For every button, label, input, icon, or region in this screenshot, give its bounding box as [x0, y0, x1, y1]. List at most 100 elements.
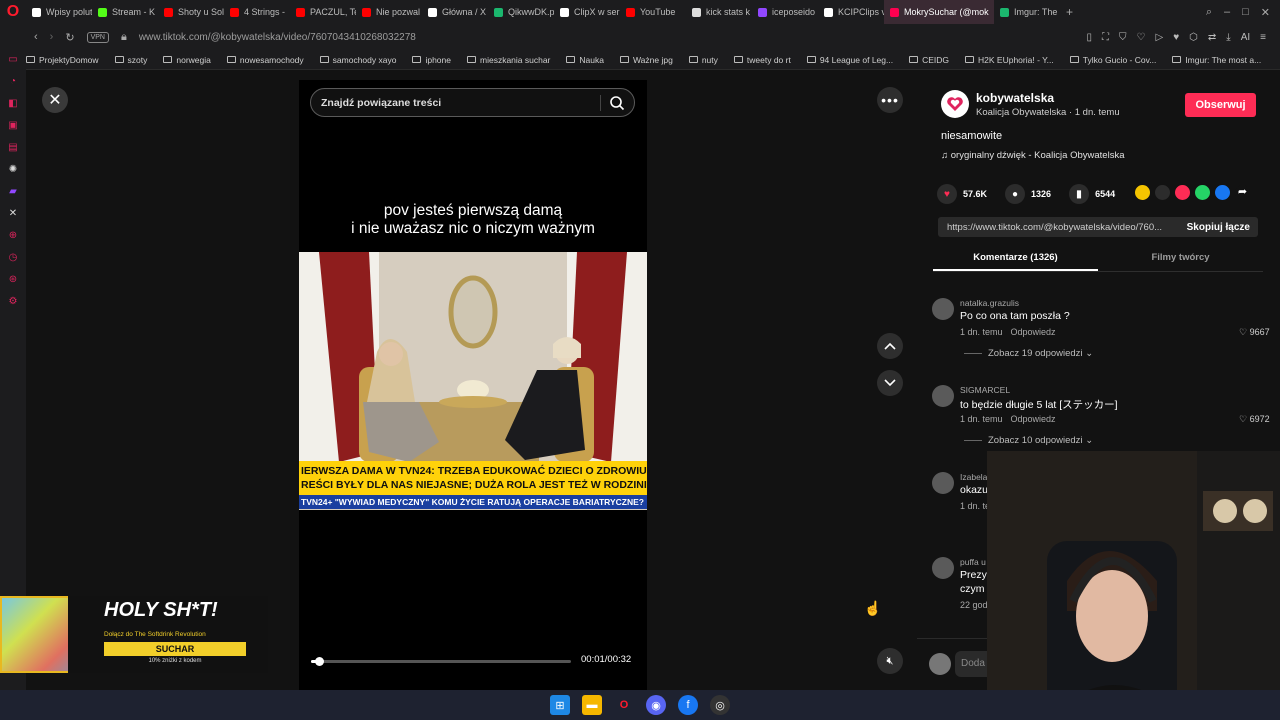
sidebar-add-icon[interactable]: ⊕ [9, 230, 17, 241]
close-video-button[interactable]: ✕ [42, 87, 68, 113]
commenter-name[interactable]: SIGMARCEL [960, 385, 1010, 395]
commenter-name[interactable]: Izabela [960, 472, 987, 482]
browser-tab[interactable]: MokrySuchar (@mok [884, 0, 994, 24]
browser-tab[interactable]: KCIPClips v [818, 0, 884, 24]
snapshot-icon[interactable]: ⛶ [1102, 32, 1109, 43]
shield-icon[interactable]: ⛉ [1119, 32, 1127, 43]
browser-tab[interactable]: 4 Strings - [224, 0, 290, 24]
view-replies-button[interactable]: Zobacz 10 odpowiedzi ⌄ [964, 435, 1093, 446]
discord-icon[interactable]: ◉ [646, 695, 666, 715]
previous-video-button[interactable] [877, 333, 903, 359]
minimize-icon[interactable]: – [1224, 6, 1230, 19]
browser-tab[interactable]: Wpisy polut [26, 0, 92, 24]
sound-link[interactable]: ♫ oryginalny dźwięk - Koalicja Obywatels… [941, 150, 1124, 161]
commenter-avatar[interactable] [932, 472, 954, 494]
bookmark-item[interactable]: Ważne jpg [619, 55, 673, 65]
commenter-name[interactable]: natalka.grazulis [960, 298, 1019, 308]
browser-tab[interactable]: Shoty u Sol [158, 0, 224, 24]
share-arrow-icon[interactable]: ➦ [1235, 185, 1250, 200]
save-button[interactable]: ▮ [1069, 184, 1090, 204]
video-link[interactable]: https://www.tiktok.com/@kobywatelska/vid… [947, 222, 1175, 233]
reload-icon[interactable]: ↻ [65, 31, 74, 44]
sidebar-clock-icon[interactable]: ◷ [9, 252, 18, 263]
video-progress-bar[interactable] [311, 657, 571, 666]
opera-taskbar-icon[interactable]: O [614, 695, 634, 715]
sidebar-history-icon[interactable]: ◔ [10, 76, 16, 87]
sidebar-wallet-icon[interactable]: ▭ [8, 54, 17, 65]
url-field[interactable]: www.tiktok.com/@kobywatelska/video/76070… [139, 32, 416, 43]
commenter-avatar[interactable] [932, 298, 954, 320]
sidebar-mail-icon[interactable]: ▤ [8, 142, 17, 153]
lock-icon[interactable]: 🔒︎ [121, 31, 127, 44]
new-tab-button[interactable]: + [1060, 0, 1079, 24]
embed-icon[interactable] [1155, 185, 1170, 200]
reply-button[interactable]: Odpowiedz [1011, 327, 1056, 337]
sidebar-settings-icon[interactable]: ⚙ [9, 296, 18, 307]
comment-like[interactable]: ♡ 6972 [1239, 414, 1270, 425]
bookmark-item[interactable]: Tylko Gucio - Cov... [1069, 55, 1156, 65]
browser-tab[interactable]: Nie pozwal [356, 0, 422, 24]
sidebar-bag-icon[interactable]: ◧ [8, 98, 17, 109]
like-icon[interactable]: ♥ [1173, 32, 1179, 43]
browser-tab[interactable]: iceposeido [752, 0, 818, 24]
ai-button[interactable]: AI [1241, 32, 1250, 43]
sidebar-flow-icon[interactable]: ⊛ [9, 274, 17, 285]
sidebar-twitch-icon[interactable]: ▰ [9, 186, 17, 197]
search-icon[interactable] [609, 95, 625, 111]
vpn-badge[interactable]: VPN [86, 31, 109, 43]
bookmark-item[interactable]: Nauka [566, 55, 604, 65]
bookmark-item[interactable]: ProjektyDomow [26, 55, 99, 65]
bookmark-item[interactable]: mieszkania suchar [467, 55, 550, 65]
back-icon[interactable]: ‹ [34, 31, 38, 43]
sidebar-x-icon[interactable]: ✕ [9, 208, 17, 219]
tab-creator-videos[interactable]: Filmy twórcy [1098, 248, 1263, 271]
bookmark-item[interactable]: nuty [688, 55, 718, 65]
search-tabs-icon[interactable]: ⌕ [1206, 6, 1212, 19]
tab-comments[interactable]: Komentarze (1326) [933, 248, 1098, 271]
start-icon[interactable]: ⊞ [550, 695, 570, 715]
comment-like[interactable]: ♡ 9667 [1239, 327, 1270, 338]
whatsapp-icon[interactable] [1195, 185, 1210, 200]
maximize-icon[interactable]: □ [1242, 6, 1249, 19]
menu-icon[interactable]: ≡ [1260, 32, 1266, 43]
sync-icon[interactable]: ⇄ [1208, 32, 1216, 43]
bookmark-icon[interactable]: ▯ [1087, 32, 1093, 43]
browser-tab[interactable]: ClipX w ser [554, 0, 620, 24]
facebook-taskbar-icon[interactable]: f [678, 695, 698, 715]
copy-link-button[interactable]: Skopiuj łącze [1187, 222, 1250, 233]
browser-tab[interactable]: PACZUL, Te [290, 0, 356, 24]
bookmark-item[interactable]: H2K EUphoria! - Y... [965, 55, 1054, 65]
bookmark-item[interactable]: 94 League of Leg... [806, 55, 893, 65]
bookmark-item[interactable]: norwegia [163, 55, 211, 65]
bookmark-item[interactable]: CEIDG [909, 55, 949, 65]
commenter-name[interactable]: puffa u [960, 557, 986, 567]
follow-button[interactable]: Obserwuj [1185, 93, 1256, 117]
related-search-input[interactable]: Znajdź powiązane treści [310, 88, 635, 117]
forward-icon[interactable]: › [50, 31, 54, 43]
bookmark-item[interactable]: szoty [114, 55, 147, 65]
like-button[interactable]: ♥ [937, 184, 957, 204]
author-name[interactable]: kobywatelska [976, 91, 1054, 105]
bookmark-item[interactable]: Imgur: The most a... [1172, 55, 1261, 65]
reply-button[interactable]: Odpowiedz [1011, 414, 1056, 424]
sidebar-messenger-icon[interactable]: ▣ [8, 120, 17, 131]
commenter-avatar[interactable] [932, 557, 954, 579]
download-icon[interactable]: ⤓ [1226, 32, 1230, 43]
opera-icon[interactable]: O [0, 0, 26, 24]
play-icon[interactable]: ▷ [1156, 32, 1164, 43]
facebook-icon[interactable] [1215, 185, 1230, 200]
browser-tab[interactable]: kick stats k [686, 0, 752, 24]
view-replies-button[interactable]: Zobacz 19 odpowiedzi ⌄ [964, 348, 1093, 359]
heart-icon[interactable]: ♡ [1137, 32, 1146, 43]
extensions-icon[interactable]: ⬡ [1189, 32, 1198, 43]
bookmark-item[interactable]: tweety do rt [733, 55, 791, 65]
file-explorer-icon[interactable]: ▬ [582, 695, 602, 715]
more-options-button[interactable]: ••• [877, 87, 903, 113]
browser-tab[interactable]: QikwwDK.p [488, 0, 554, 24]
browser-tab[interactable]: Imgur: The [994, 0, 1060, 24]
comment-button[interactable]: ● [1005, 184, 1026, 204]
obs-icon[interactable]: ◎ [710, 695, 730, 715]
next-video-button[interactable] [877, 370, 903, 396]
send-icon[interactable] [1175, 185, 1190, 200]
browser-tab[interactable]: Główna / X [422, 0, 488, 24]
